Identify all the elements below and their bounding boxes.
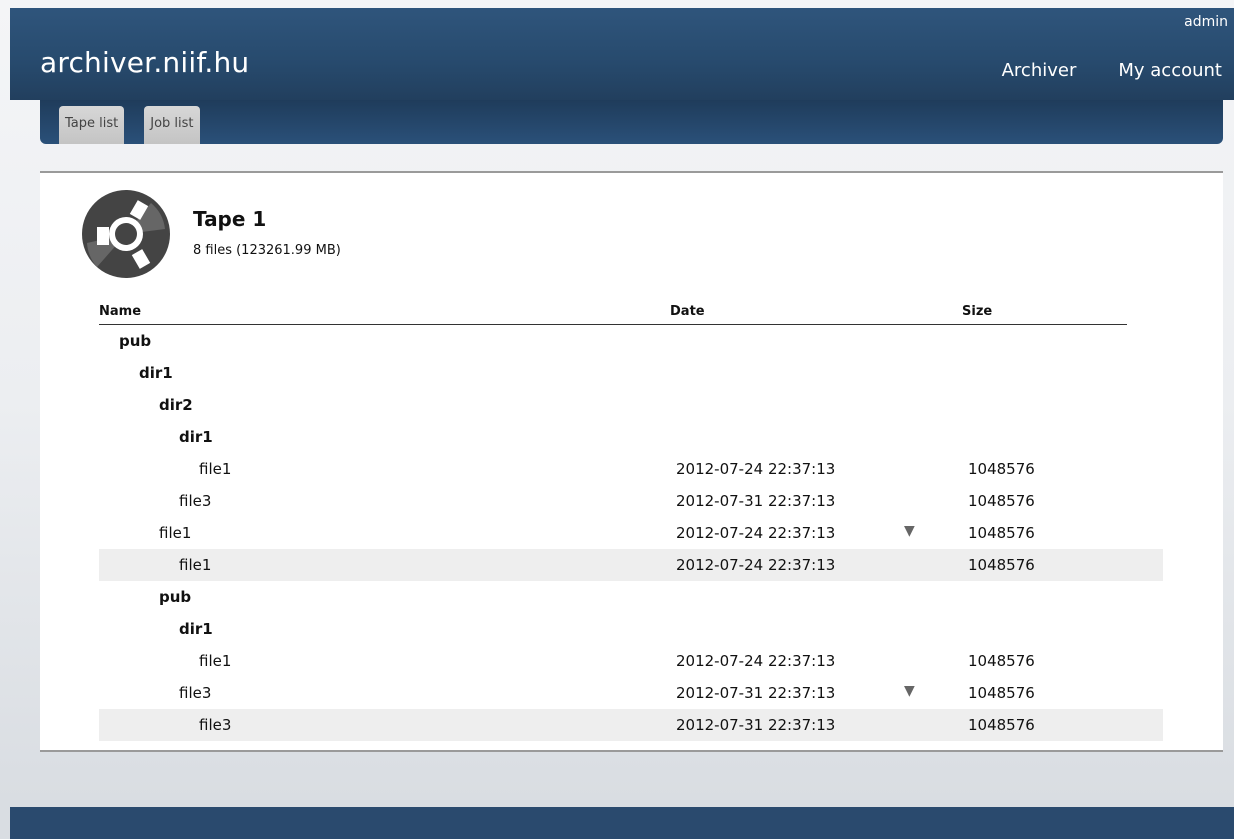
tree-row-file[interactable]: file3 2012-07-31 22:37:13 ▼ 1048576 xyxy=(99,677,1163,709)
tab-job-list[interactable]: Job list xyxy=(144,106,200,144)
tab-list: Tape list Job list xyxy=(59,106,220,144)
tree-row-file[interactable]: file3 2012-07-31 22:37:13 1048576 xyxy=(99,709,1163,741)
file-size: 1048576 xyxy=(968,460,1035,478)
column-header-name: Name xyxy=(99,304,142,319)
file-size: 1048576 xyxy=(968,556,1035,574)
tree-row-directory[interactable]: dir2 xyxy=(99,389,1163,421)
file-size: 1048576 xyxy=(968,652,1035,670)
file-date: 2012-07-24 22:37:13 xyxy=(676,652,836,670)
file-name[interactable]: file3 xyxy=(179,492,211,510)
footer xyxy=(10,807,1234,839)
file-name[interactable]: file3 xyxy=(179,684,211,702)
file-name[interactable]: file1 xyxy=(179,556,211,574)
tree-row-directory[interactable]: pub xyxy=(99,325,1163,357)
file-size: 1048576 xyxy=(968,716,1035,734)
nav-my-account[interactable]: My account xyxy=(1118,60,1222,81)
top-navigation: Archiver My account xyxy=(960,60,1234,81)
file-size: 1048576 xyxy=(968,492,1035,510)
triangle-down-icon[interactable]: ▼ xyxy=(904,523,915,539)
header: archiver.niif.hu admin Archiver My accou… xyxy=(10,8,1234,100)
directory-name[interactable]: pub xyxy=(159,588,191,606)
file-date: 2012-07-31 22:37:13 xyxy=(676,684,836,702)
triangle-down-icon[interactable]: ▼ xyxy=(904,683,915,699)
directory-name[interactable]: dir1 xyxy=(179,620,213,638)
tape-reel-icon xyxy=(82,190,170,278)
file-size: 1048576 xyxy=(968,524,1035,542)
tree-row-file[interactable]: file1 2012-07-24 22:37:13 1048576 xyxy=(99,453,1163,485)
column-header-size: Size xyxy=(962,304,993,319)
tree-row-directory[interactable]: dir1 xyxy=(99,421,1163,453)
user-menu-link[interactable]: admin xyxy=(1184,14,1228,30)
tape-summary: 8 files (123261.99 MB) xyxy=(193,243,341,258)
tape-title: Tape 1 xyxy=(193,207,267,231)
file-name[interactable]: file1 xyxy=(199,652,231,670)
file-name[interactable]: file1 xyxy=(199,460,231,478)
tree-row-file[interactable]: file1 2012-07-24 22:37:13 ▼ 1048576 xyxy=(99,517,1163,549)
nav-archiver[interactable]: Archiver xyxy=(1002,60,1077,81)
directory-name[interactable]: dir1 xyxy=(139,364,173,382)
file-date: 2012-07-24 22:37:13 xyxy=(676,460,836,478)
tree-row-file[interactable]: file1 2012-07-24 22:37:13 1048576 xyxy=(99,645,1163,677)
column-header-date: Date xyxy=(670,304,705,319)
file-name[interactable]: file3 xyxy=(199,716,231,734)
file-size: 1048576 xyxy=(968,684,1035,702)
tree-row-directory[interactable]: dir1 xyxy=(99,613,1163,645)
file-date: 2012-07-31 22:37:13 xyxy=(676,492,836,510)
file-date: 2012-07-31 22:37:13 xyxy=(676,716,836,734)
sub-navigation-bar: Tape list Job list xyxy=(40,100,1223,144)
tab-tape-list[interactable]: Tape list xyxy=(59,106,125,144)
tree-row-file[interactable]: file1 2012-07-24 22:37:13 1048576 xyxy=(99,549,1163,581)
content-panel: Tape 1 8 files (123261.99 MB) Name Date … xyxy=(40,171,1223,752)
tree-row-file[interactable]: file3 2012-07-31 22:37:13 1048576 xyxy=(99,485,1163,517)
directory-name[interactable]: pub xyxy=(119,332,151,350)
tree-row-directory[interactable]: pub xyxy=(99,581,1163,613)
file-date: 2012-07-24 22:37:13 xyxy=(676,524,836,542)
tree-row-directory[interactable]: dir1 xyxy=(99,357,1163,389)
file-date: 2012-07-24 22:37:13 xyxy=(676,556,836,574)
directory-name[interactable]: dir2 xyxy=(159,396,193,414)
directory-name[interactable]: dir1 xyxy=(179,428,213,446)
site-title[interactable]: archiver.niif.hu xyxy=(40,46,249,79)
file-name[interactable]: file1 xyxy=(159,524,191,542)
